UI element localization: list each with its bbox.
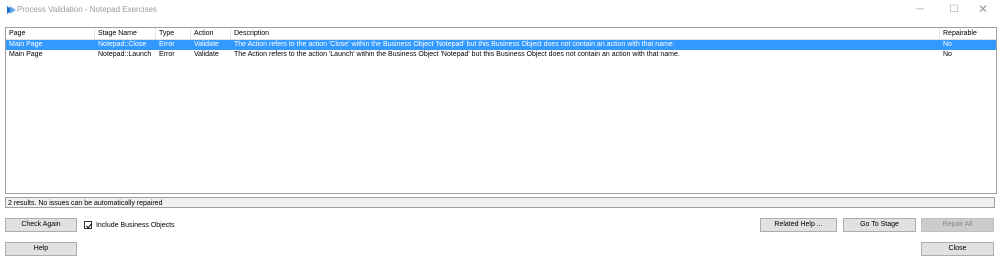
status-bar: 2 results. No issues can be automaticall…: [5, 197, 995, 208]
window-title: Process Validation - Notepad Exercises: [17, 5, 157, 14]
include-business-objects-label: Include Business Objects: [95, 222, 175, 229]
close-window-button[interactable]: ✕: [970, 0, 996, 20]
cell-page: Main Page: [9, 41, 43, 48]
related-help-button[interactable]: Related Help ...: [760, 218, 837, 232]
cell-stage-name: Notepad::Launch: [98, 51, 152, 58]
cell-description: The Action refers to the action 'Launch'…: [234, 51, 680, 58]
checkbox-box[interactable]: [84, 221, 92, 229]
maximize-button[interactable]: ☐: [941, 0, 967, 20]
column-header-page[interactable]: Page: [6, 28, 95, 39]
repair-all-button[interactable]: Repair All: [921, 218, 994, 232]
column-header-description[interactable]: Description: [231, 28, 940, 39]
table-row[interactable]: Main Page Notepad::Launch Error Validate…: [6, 50, 996, 60]
go-to-stage-button[interactable]: Go To Stage: [843, 218, 916, 232]
column-header-stage-name[interactable]: Stage Name: [95, 28, 156, 39]
cell-stage-name: Notepad::Close: [98, 41, 147, 48]
cell-type: Error: [159, 51, 175, 58]
cell-type: Error: [159, 41, 175, 48]
title-bar: Process Validation - Notepad Exercises ─…: [0, 0, 999, 20]
column-header-type[interactable]: Type: [156, 28, 191, 39]
check-again-button[interactable]: Check Again: [5, 218, 77, 232]
cell-page: Main Page: [9, 51, 43, 58]
minimize-button[interactable]: ─: [907, 0, 933, 20]
cell-repairable: No: [943, 41, 952, 48]
column-header-action[interactable]: Action: [191, 28, 231, 39]
cell-action: Validate: [194, 51, 219, 58]
table-row[interactable]: Main Page Notepad::Close Error Validate …: [6, 40, 996, 50]
checkmark-icon: [85, 223, 92, 229]
close-button[interactable]: Close: [921, 242, 994, 256]
cell-action: Validate: [194, 41, 219, 48]
cell-repairable: No: [943, 51, 952, 58]
column-header-repairable[interactable]: Repairable: [940, 28, 996, 39]
help-button[interactable]: Help: [5, 242, 77, 256]
grid-header: Page Stage Name Type Action Description …: [6, 28, 996, 40]
include-business-objects-checkbox[interactable]: Include Business Objects: [84, 221, 175, 231]
cell-description: The Action refers to the action 'Close' …: [234, 41, 675, 48]
validation-results-grid[interactable]: Page Stage Name Type Action Description …: [5, 27, 997, 194]
